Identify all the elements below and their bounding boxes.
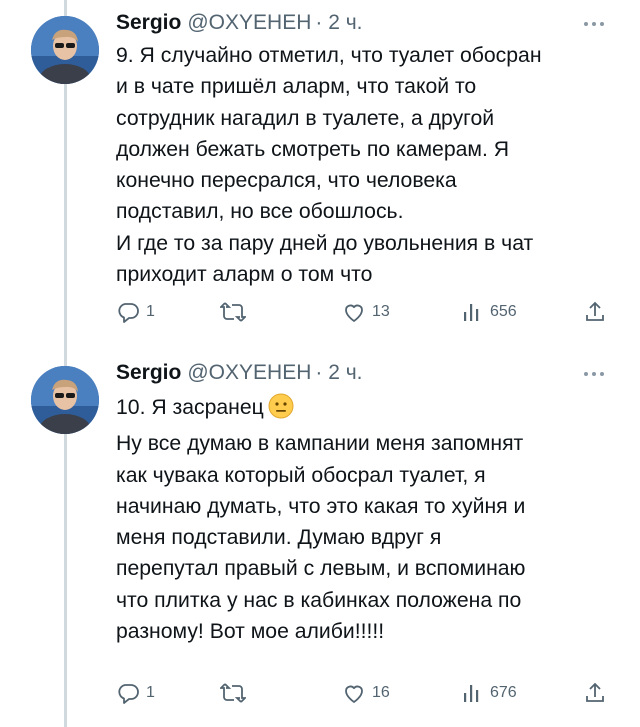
share-icon (586, 682, 604, 702)
reply-button[interactable]: 1 (116, 297, 155, 327)
more-icon[interactable] (582, 14, 606, 34)
retweet-button[interactable] (220, 297, 246, 327)
share-icon (586, 301, 604, 321)
like-button[interactable]: 16 (342, 678, 390, 708)
tweet-actions: 1 13 656 (116, 297, 616, 327)
neutral-face-emoji-icon (268, 393, 294, 428)
like-icon (345, 304, 363, 322)
views-icon (464, 685, 479, 702)
tweet-text: Ну все думаю в кампании меня запомнят ка… (116, 432, 526, 644)
author-handle[interactable]: @OXYEHEH (187, 11, 311, 35)
timestamp[interactable]: · 2 ч. (315, 11, 362, 35)
like-count: 13 (372, 303, 390, 320)
reply-icon (118, 303, 139, 323)
retweet-icon (220, 302, 246, 322)
author-handle[interactable]: @OXYEHEH (187, 361, 311, 385)
reply-button[interactable]: 1 (116, 678, 155, 708)
tweet-text-first-line: 10. Я засранец (116, 396, 264, 419)
tweet-text: 9. Я случайно отметил, что туалет обосра… (116, 44, 542, 287)
retweet-icon (220, 683, 246, 703)
views-count: 656 (490, 303, 517, 320)
tweet-header: Sergio @OXYEHEH · 2 ч. (116, 10, 600, 36)
timestamp[interactable]: · 2 ч. (315, 361, 362, 385)
share-button[interactable] (583, 678, 607, 708)
more-icon[interactable] (582, 364, 606, 384)
tweet-text-block: 10. Я засранец Ну все думаю в кампании м… (116, 392, 621, 647)
reply-count: 1 (146, 303, 155, 320)
views-button[interactable]: 656 (462, 297, 517, 327)
like-count: 16 (372, 684, 390, 701)
views-button[interactable]: 676 (462, 678, 517, 708)
author-name[interactable]: Sergio (116, 361, 181, 385)
views-count: 676 (490, 684, 517, 701)
tweet[interactable]: Sergio @OXYEHEH · 2 ч. 10. Я засранец Ну… (0, 355, 640, 727)
tweet-header: Sergio @OXYEHEH · 2 ч. (116, 360, 600, 386)
views-icon (464, 304, 479, 321)
avatar[interactable] (31, 366, 99, 434)
tweet[interactable]: Sergio @OXYEHEH · 2 ч. 9. Я случайно отм… (0, 0, 640, 355)
tweet-actions: 1 16 676 (116, 678, 616, 708)
author-name[interactable]: Sergio (116, 11, 181, 35)
reply-icon (118, 684, 139, 704)
retweet-button[interactable] (220, 678, 246, 708)
avatar[interactable] (31, 16, 99, 84)
like-icon (345, 685, 363, 703)
share-button[interactable] (583, 297, 607, 327)
reply-count: 1 (146, 684, 155, 701)
like-button[interactable]: 13 (342, 297, 390, 327)
